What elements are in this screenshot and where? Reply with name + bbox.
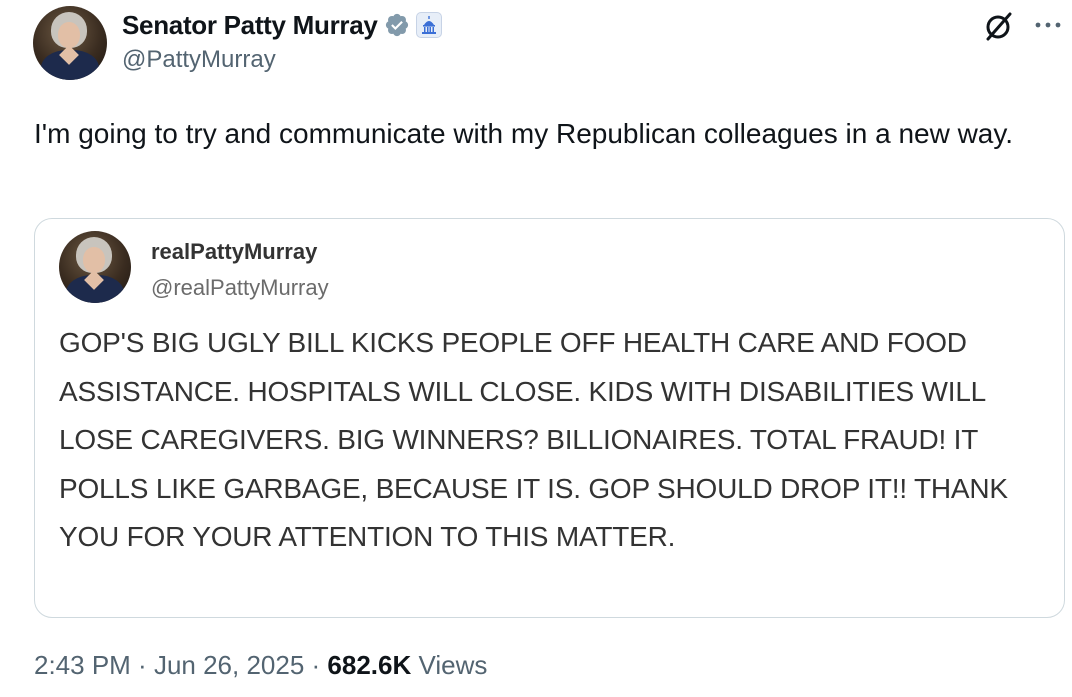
quoted-author-handle: @realPattyMurray [151, 275, 329, 300]
author-name[interactable]: Senator Patty Murray [122, 10, 378, 41]
quoted-tweet[interactable]: realPattyMurray @realPattyMurray GOP'S B… [34, 218, 1065, 618]
author-handle[interactable]: @PattyMurray [122, 46, 276, 74]
more-icon[interactable] [1030, 12, 1066, 38]
tweet: Senator Patty Murray @PattyMurray I'm go… [0, 0, 1072, 697]
quoted-text: GOP'S BIG UGLY BILL KICKS PEOPLE OFF HEA… [59, 327, 1008, 552]
tweet-date[interactable]: Jun 26, 2025 [154, 650, 304, 681]
views-count[interactable]: 682.6K [327, 650, 411, 681]
author-name-row: Senator Patty Murray [122, 8, 442, 42]
tweet-time[interactable]: 2:43 PM [34, 650, 131, 681]
capitol-badge-icon[interactable] [415, 12, 442, 38]
separator: · [304, 650, 328, 680]
quoted-avatar[interactable] [59, 231, 131, 303]
separator: · [130, 650, 154, 680]
author-avatar[interactable] [33, 6, 107, 80]
tweet-text: I'm going to try and communicate with my… [34, 118, 1014, 149]
views-spacer [411, 650, 418, 681]
tweet-footer: 2:43 PM · Jun 26, 2025 · 682.6K Views [34, 650, 487, 681]
grok-icon[interactable] [983, 10, 1015, 42]
quoted-author-name: realPattyMurray [151, 239, 318, 264]
views-label[interactable]: Views [418, 650, 487, 681]
verified-badge-icon[interactable] [384, 12, 410, 38]
